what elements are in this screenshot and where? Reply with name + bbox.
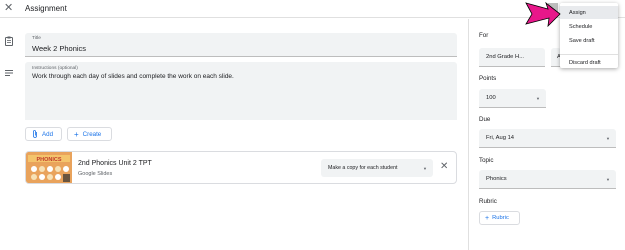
notes-icon — [5, 70, 13, 76]
share-option-dropdown[interactable]: Make a copy for each student ▼ — [321, 159, 433, 177]
remove-attachment-icon[interactable]: ✕ — [440, 161, 448, 173]
page-title: Assignment — [25, 4, 67, 13]
title-field-label: Title — [32, 36, 41, 41]
close-icon[interactable]: ✕ — [4, 2, 13, 14]
instructions-field[interactable]: Instructions (optional) Work through eac… — [25, 62, 457, 120]
for-label: For — [479, 32, 489, 39]
add-rubric-button-label: Rubric — [492, 215, 509, 221]
plus-icon: + — [485, 214, 490, 222]
chevron-down-icon: ▼ — [423, 166, 427, 171]
menu-divider — [560, 54, 618, 55]
points-label: Points — [479, 75, 497, 82]
assignment-icon — [5, 36, 13, 46]
chevron-down-icon: ▼ — [536, 96, 540, 101]
menu-item-label: Save draft — [569, 37, 595, 44]
instructions-field-label: Instructions (optional) — [32, 66, 78, 71]
add-rubric-button[interactable]: + Rubric — [479, 211, 520, 225]
menu-item-label: Assign — [569, 9, 586, 16]
due-date-dropdown[interactable]: Fri, Aug 14 ▼ — [479, 129, 616, 148]
menu-item-label: Schedule — [569, 23, 593, 30]
due-date-value: Fri, Aug 14 — [486, 135, 515, 141]
menu-item-save-draft[interactable]: Save draft — [560, 34, 618, 47]
create-button[interactable]: + Create — [67, 127, 112, 141]
points-dropdown[interactable]: 100 ▼ — [479, 89, 546, 108]
topic-dropdown[interactable]: Phonics ▼ — [479, 170, 616, 189]
title-field-value[interactable]: Week 2 Phonics — [32, 44, 86, 53]
add-button-label: Add — [42, 130, 54, 138]
attachment-title[interactable]: 2nd Phonics Unit 2 TPT — [78, 160, 152, 167]
add-button[interactable]: Add — [25, 127, 62, 141]
menu-item-schedule[interactable]: Schedule — [560, 20, 618, 33]
create-button-label: Create — [82, 130, 102, 138]
plus-icon: + — [74, 129, 79, 139]
thumbnail-text: PHONICS — [36, 157, 61, 163]
due-label: Due — [479, 116, 491, 123]
title-field[interactable]: Title Week 2 Phonics — [25, 33, 457, 57]
slides-thumbnail-art: PHONICS — [26, 152, 72, 183]
attachment-type: Google Slides — [78, 171, 113, 177]
class-dropdown[interactable]: 2nd Grade H... — [479, 48, 545, 67]
share-option-value: Make a copy for each student — [328, 165, 398, 171]
chevron-down-icon: ▼ — [606, 136, 610, 141]
attachment-card[interactable]: PHONICS 2nd Phonics Unit 2 TPT Google Sl… — [25, 151, 457, 184]
menu-item-discard-draft[interactable]: Discard draft — [560, 56, 618, 69]
chevron-down-icon: ▼ — [606, 177, 610, 182]
attachment-thumbnail: PHONICS — [26, 152, 72, 183]
points-dropdown-value: 100 — [486, 95, 496, 101]
instructions-field-value[interactable]: Work through each day of slides and comp… — [32, 73, 234, 80]
topic-dropdown-value: Phonics — [486, 176, 507, 182]
annotation-arrow-icon — [525, 1, 561, 28]
assign-options-menu: Assign Schedule Save draft Discard draft — [560, 3, 618, 68]
topic-label: Topic — [479, 157, 494, 164]
rubric-label: Rubric — [479, 198, 497, 205]
menu-item-label: Discard draft — [569, 59, 601, 66]
paperclip-icon — [33, 130, 37, 138]
menu-item-assign[interactable]: Assign — [560, 6, 618, 19]
class-dropdown-value: 2nd Grade H... — [486, 54, 525, 60]
